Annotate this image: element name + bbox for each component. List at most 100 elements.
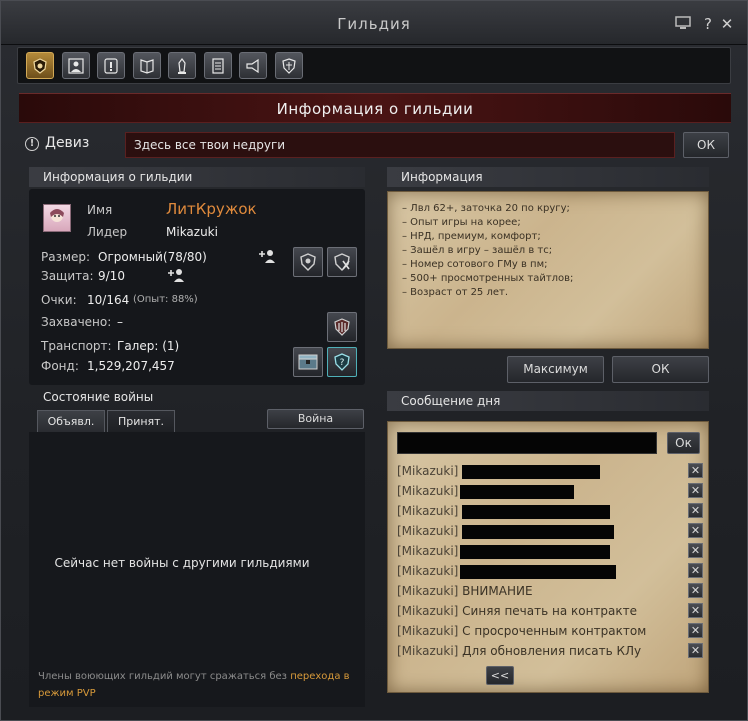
guild-storage-button[interactable]	[293, 347, 323, 377]
motd-message: [Mikazuki] Синяя печать на контракте	[397, 602, 707, 620]
tab-accepted[interactable]: Принят.	[107, 410, 175, 432]
points-label: Очки:	[41, 293, 77, 307]
close-icon[interactable]: ✕	[717, 15, 737, 33]
message-author: [Mikazuki]	[397, 564, 459, 578]
info-text: – Лвл 62+, заточка 20 по кругу; – Опыт и…	[402, 202, 573, 300]
motto-label: Девиз	[45, 135, 90, 151]
message-author: [Mikazuki]	[397, 604, 459, 618]
delete-message-icon[interactable]: ✕	[688, 603, 703, 618]
message-author: [Mikazuki]	[397, 504, 459, 518]
transport-label: Транспорт:	[41, 339, 112, 353]
delete-message-icon[interactable]: ✕	[688, 583, 703, 598]
redacted-text	[460, 544, 611, 559]
guild-crest-icon[interactable]	[26, 52, 54, 79]
leader-label: Лидер	[87, 225, 128, 239]
motto-alert-icon: !	[25, 137, 39, 151]
message-text: Для обновления писать КЛу	[462, 644, 642, 658]
maximum-button[interactable]: Максимум	[507, 356, 604, 383]
message-author: [Mikazuki]	[397, 544, 459, 558]
delete-message-icon[interactable]: ✕	[688, 503, 703, 518]
disband-shield-button[interactable]	[327, 247, 357, 277]
info-ok-button[interactable]: ОК	[612, 356, 709, 383]
redacted-text	[462, 504, 611, 519]
guild-name: ЛитКружок	[166, 200, 257, 218]
members-icon[interactable]	[62, 52, 90, 79]
info-line: – Опыт игры на корее;	[402, 217, 521, 228]
motd-message: [Mikazuki]	[397, 542, 707, 560]
alert-icon[interactable]	[97, 52, 125, 79]
document-icon[interactable]	[204, 52, 232, 79]
vault-icon[interactable]	[168, 52, 196, 79]
motto-ok-button[interactable]: ОК	[683, 132, 729, 158]
motd-ok-button[interactable]: Ок	[667, 432, 700, 454]
message-author: [Mikazuki]	[397, 484, 459, 498]
delete-message-icon[interactable]: ✕	[688, 543, 703, 558]
transport-value: Галер: (1)	[117, 339, 180, 353]
points-exp: (Опыт: 88%)	[133, 294, 198, 305]
motd-message: [Mikazuki] Для обновления писать КЛу	[397, 642, 707, 660]
info-line: – Зашёл в игру – зашёл в тс;	[402, 245, 553, 256]
size-label: Размер:	[41, 250, 91, 264]
svg-text:?: ?	[340, 358, 345, 368]
guild-toolbar	[17, 47, 731, 84]
info-line: – НРД, премиум, комфорт;	[402, 231, 541, 242]
war-header: Состояние войны	[43, 390, 154, 404]
motd-message: [Mikazuki]	[397, 522, 707, 540]
guild-avatar	[43, 204, 71, 232]
points-value: 10/164	[87, 293, 130, 307]
redacted-text	[462, 464, 601, 479]
occupation-button[interactable]	[327, 312, 357, 342]
info-header: Информация	[387, 167, 709, 187]
guild-window: Гильдия ? ✕ Информация о гильдии ! Девиз…	[0, 0, 748, 721]
info-line: – 500+ просмотренных тайтлов;	[402, 273, 574, 284]
message-text: ВНИМАНИЕ	[462, 584, 533, 598]
message-author: [Mikazuki]	[397, 644, 459, 658]
motd-input[interactable]	[397, 432, 657, 454]
monitor-icon[interactable]	[673, 15, 693, 33]
quest-icon[interactable]	[133, 52, 161, 79]
guild-info-header: Информация о гильдии	[29, 167, 365, 187]
tab-declared[interactable]: Объявл.	[37, 410, 105, 432]
shield-icon[interactable]	[275, 52, 303, 79]
message-text: Синяя печать на контракте	[462, 604, 638, 618]
delete-message-icon[interactable]: ✕	[688, 483, 703, 498]
page-title: Информация о гильдии	[19, 93, 731, 123]
motto-input[interactable]	[125, 132, 675, 158]
size-value: Огромный(78/80)	[98, 250, 207, 264]
delete-message-icon[interactable]: ✕	[688, 523, 703, 538]
delete-message-icon[interactable]: ✕	[688, 563, 703, 578]
redacted-text	[460, 484, 575, 499]
info-line: – Лвл 62+, заточка 20 по кругу;	[402, 203, 570, 214]
message-text: С просроченным контрактом	[462, 624, 647, 638]
megaphone-icon[interactable]	[239, 52, 267, 79]
help-icon[interactable]: ?	[698, 15, 718, 33]
delete-message-icon[interactable]: ✕	[688, 623, 703, 638]
motd-message: [Mikazuki]	[397, 462, 707, 480]
leader-value: Mikazuki	[166, 225, 218, 239]
delete-message-icon[interactable]: ✕	[688, 463, 703, 478]
add-defender-icon[interactable]	[166, 267, 186, 283]
fund-value: 1,529,207,457	[87, 359, 175, 373]
war-footer-text: Члены воюющих гильдий могут сражаться бе…	[38, 671, 291, 682]
previous-page-button[interactable]: <<	[486, 666, 514, 685]
message-author: [Mikazuki]	[397, 584, 459, 598]
motd-message: [Mikazuki]	[397, 482, 707, 500]
add-member-icon[interactable]	[257, 248, 277, 264]
fund-label: Фонд:	[41, 359, 79, 373]
guild-rules-button[interactable]: ?	[327, 347, 357, 377]
motd-header: Сообщение дня	[387, 391, 709, 411]
redacted-text	[460, 564, 617, 579]
redacted-text	[462, 524, 615, 539]
message-author: [Mikazuki]	[397, 624, 459, 638]
name-label: Имя	[87, 203, 113, 217]
motd-message: [Mikazuki] С просроченным контрактом	[397, 622, 707, 640]
defense-value: 9/10	[98, 269, 125, 283]
guild-shield-button[interactable]	[293, 247, 323, 277]
delete-message-icon[interactable]: ✕	[688, 643, 703, 658]
message-author: [Mikazuki]	[397, 464, 459, 478]
info-parchment: – Лвл 62+, заточка 20 по кругу; – Опыт и…	[387, 191, 709, 349]
window-title: Гильдия	[337, 15, 411, 33]
declare-war-button[interactable]: Война	[267, 409, 364, 429]
captured-value: –	[117, 315, 123, 329]
info-line: – Номер сотового ГМу в пм;	[402, 259, 548, 270]
